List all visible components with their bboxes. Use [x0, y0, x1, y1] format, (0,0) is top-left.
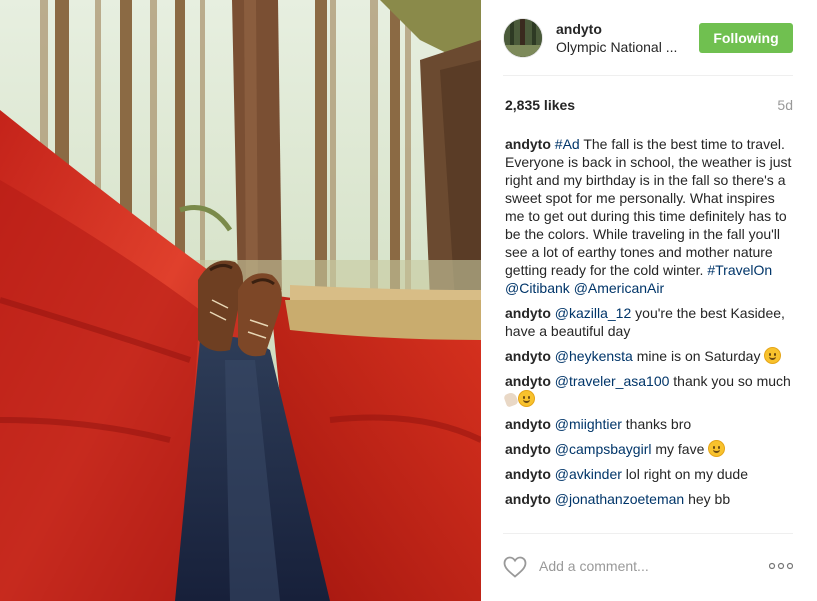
comment-text: my fave — [651, 441, 709, 457]
caption-mention-citibank[interactable]: @Citibank — [505, 280, 570, 296]
list-item: andyto @jonathanzoeteman hey bb — [505, 490, 795, 508]
comment-username[interactable]: andyto — [505, 416, 551, 432]
comment-mention[interactable]: @heykensta — [555, 348, 633, 364]
post-photo[interactable] — [0, 0, 481, 601]
heart-icon[interactable] — [503, 556, 527, 578]
smile-emoji-icon — [708, 440, 726, 457]
avatar-image — [504, 19, 542, 57]
post: andyto Olympic National ... Following 2,… — [0, 0, 817, 601]
comment-username[interactable]: andyto — [505, 466, 551, 482]
post-time[interactable]: 5d — [777, 97, 793, 113]
smile-emoji-icon — [518, 390, 535, 407]
likes-count[interactable]: 2,835 likes — [505, 97, 575, 113]
following-button[interactable]: Following — [699, 23, 793, 53]
comment-username[interactable]: andyto — [505, 441, 551, 457]
caption-hashtag-travelon[interactable]: #TravelOn — [707, 262, 772, 278]
comments-list: andyto #Ad The fall is the best time to … — [503, 135, 795, 515]
list-item: andyto @heykensta mine is on Saturday — [505, 347, 795, 365]
comment-text: thank you so much — [669, 373, 791, 389]
add-comment-input[interactable] — [539, 554, 739, 578]
caption-username[interactable]: andyto — [505, 136, 551, 152]
avatar[interactable] — [503, 18, 543, 58]
comment-mention[interactable]: @campsbaygirl — [555, 441, 652, 457]
list-item: andyto @campsbaygirl my fave — [505, 440, 795, 458]
comment-username[interactable]: andyto — [505, 373, 551, 389]
comment-username[interactable]: andyto — [505, 348, 551, 364]
caption: andyto #Ad The fall is the best time to … — [505, 135, 795, 297]
comment-text: hey bb — [684, 491, 731, 507]
likes-row: 2,835 likes 5d — [503, 97, 793, 117]
list-item: andyto @traveler_asa100 thank you so muc… — [503, 372, 795, 408]
comment-text: lol right on my dude — [621, 466, 748, 482]
comment-mention[interactable]: @avkinder — [555, 466, 622, 482]
post-side-panel: andyto Olympic National ... Following 2,… — [481, 0, 817, 601]
caption-hashtag[interactable]: #Ad — [555, 136, 580, 152]
list-item: andyto @kazilla_12 you're the best Kasid… — [505, 304, 795, 340]
more-options-icon[interactable] — [769, 562, 793, 570]
caption-mention-americanair[interactable]: @AmericanAir — [574, 280, 664, 296]
comment-text: mine is on Saturday — [632, 348, 765, 364]
post-username[interactable]: andyto — [556, 21, 602, 37]
comment-footer — [503, 533, 793, 601]
comment-mention[interactable]: @traveler_asa100 — [555, 373, 670, 389]
comment-username[interactable]: andyto — [505, 305, 551, 321]
list-item: andyto @avkinder lol right on my dude — [505, 465, 795, 483]
caption-text: The fall is the best time to travel. Eve… — [505, 136, 792, 278]
comment-username[interactable]: andyto — [505, 491, 551, 507]
smile-emoji-icon — [764, 347, 782, 364]
comment-mention[interactable]: @jonathanzoeteman — [555, 491, 684, 507]
clap-emoji-icon — [503, 391, 519, 408]
hammock-forest-photo — [0, 0, 481, 601]
comment-text: thanks bro — [621, 416, 692, 432]
post-location[interactable]: Olympic National ... — [556, 39, 696, 55]
list-item: andyto @miightier thanks bro — [505, 415, 795, 433]
comment-mention[interactable]: @miightier — [555, 416, 622, 432]
comment-mention[interactable]: @kazilla_12 — [555, 305, 631, 321]
post-header: andyto Olympic National ... Following — [503, 16, 793, 76]
